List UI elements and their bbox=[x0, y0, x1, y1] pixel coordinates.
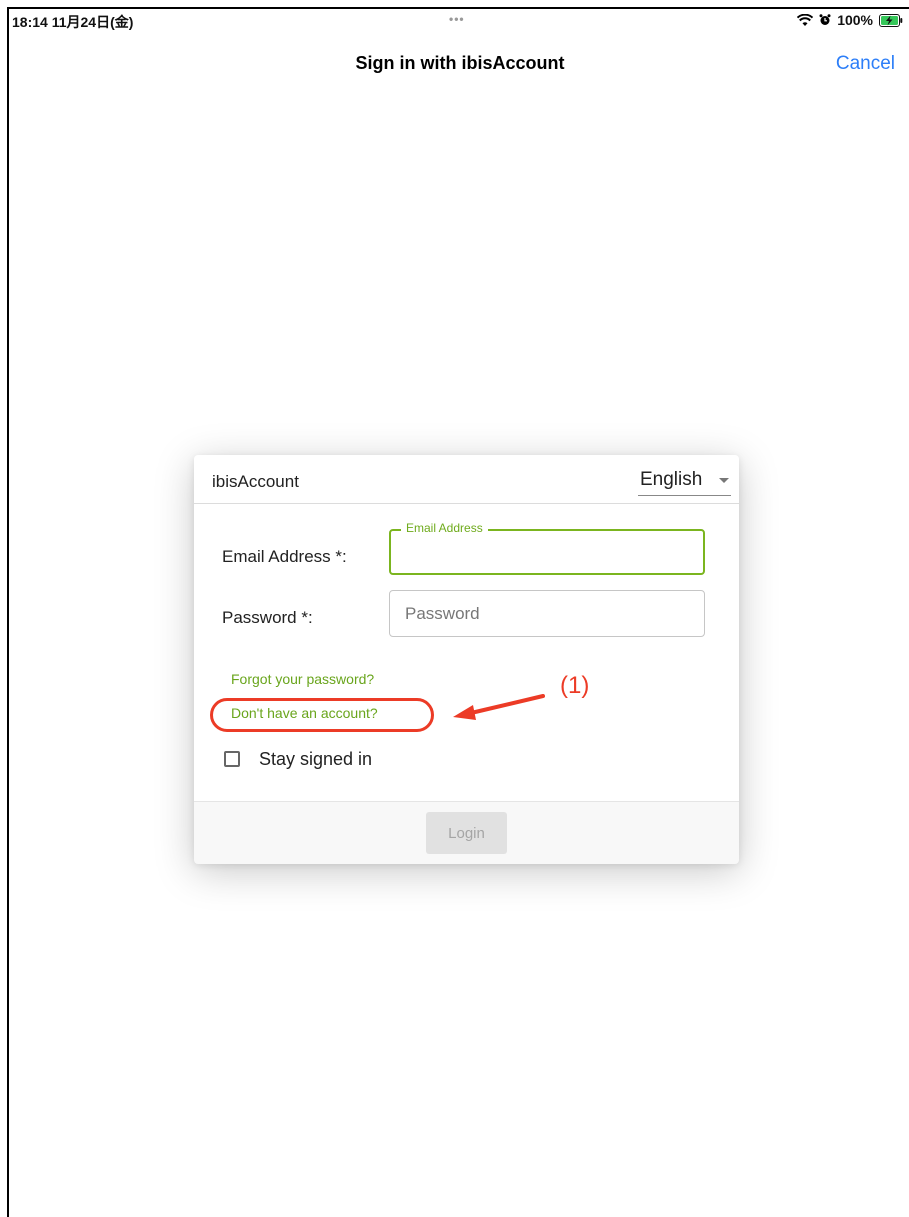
battery-charging-icon bbox=[879, 13, 903, 27]
dialog-header: ibisAccount English bbox=[194, 455, 739, 504]
dialog-footer: Login bbox=[194, 801, 739, 864]
alarm-clock-icon bbox=[819, 14, 831, 26]
stay-signed-in-checkbox[interactable] bbox=[224, 751, 240, 767]
create-account-link[interactable]: Don't have an account? bbox=[231, 705, 378, 721]
battery-percent: 100% bbox=[837, 12, 873, 28]
password-field bbox=[389, 590, 705, 637]
email-label: Email Address *: bbox=[222, 547, 347, 566]
status-bar: 18:14 11月24日(金) ••• 100% bbox=[9, 9, 909, 35]
forgot-password-link[interactable]: Forgot your password? bbox=[231, 671, 374, 687]
login-button[interactable]: Login bbox=[426, 812, 507, 854]
password-label: Password *: bbox=[222, 608, 313, 627]
dropdown-arrow-icon bbox=[719, 478, 729, 483]
stay-signed-in-label: Stay signed in bbox=[259, 749, 373, 769]
multitasking-dots[interactable]: ••• bbox=[449, 12, 465, 26]
wifi-icon bbox=[797, 13, 814, 27]
language-selected-value: English bbox=[640, 469, 703, 490]
app-screen: 18:14 11月24日(金) ••• 100% Sign in with ib… bbox=[7, 7, 909, 1217]
dialog-title: ibisAccount bbox=[212, 472, 299, 491]
page-title: Sign in with ibisAccount bbox=[355, 53, 565, 73]
sign-in-dialog: ibisAccount English Email Address *: Ema… bbox=[194, 455, 739, 864]
status-indicators: 100% bbox=[797, 12, 903, 28]
password-input[interactable] bbox=[390, 591, 704, 636]
cancel-button[interactable]: Cancel bbox=[836, 53, 895, 75]
language-select[interactable]: English bbox=[638, 469, 731, 496]
status-time-date: 18:14 11月24日(金) bbox=[12, 14, 134, 30]
email-field: Email Address bbox=[389, 521, 705, 575]
email-input[interactable] bbox=[391, 531, 703, 573]
